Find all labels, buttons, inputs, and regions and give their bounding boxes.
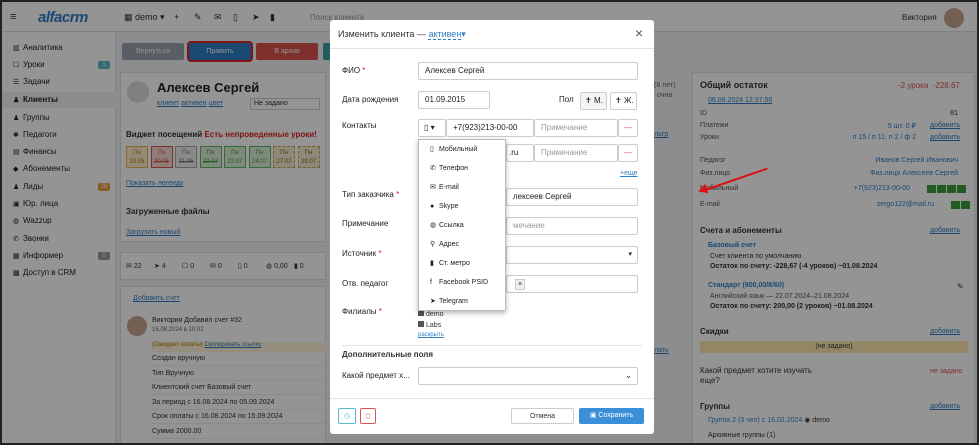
- dropdown-option-label: Ст. метро: [439, 260, 470, 267]
- phone-input[interactable]: +7(923)213-00-00: [446, 119, 534, 137]
- remove-teacher-icon[interactable]: ×: [515, 279, 526, 290]
- contact-type-dropdown: ▯ Мобильный ✆ Телефон ✉ E-mail ● Skype ◍ Ссылка ⚲ А…: [418, 139, 506, 311]
- delete-button[interactable]: ▯: [360, 408, 376, 424]
- dropdown-option[interactable]: ⚲ Адрес: [419, 235, 507, 254]
- globe-icon: ◍: [430, 222, 437, 229]
- customer-type-label: Тип заказчика *: [342, 190, 400, 199]
- more-contacts-link[interactable]: +еще: [620, 170, 638, 177]
- email-input[interactable]: .ru: [506, 144, 534, 162]
- app-window: ≡ alfacrm ▦ demo ▾ + ✎ ✉ ▯ ➤ ▮ Поиск кли…: [0, 0, 979, 445]
- customer-select[interactable]: лексеев Сергей: [506, 188, 638, 206]
- extra-fields-divider: [342, 345, 642, 346]
- contact-note-input[interactable]: Примечание: [534, 119, 618, 137]
- metro-icon: ▮: [430, 260, 434, 267]
- contacts-label: Контакты: [342, 121, 377, 130]
- phone-icon: ✆: [430, 165, 436, 172]
- dropdown-option-label: E-mail: [439, 184, 459, 191]
- dropdown-option[interactable]: ✆ Телефон: [419, 159, 507, 178]
- dropdown-option[interactable]: ➤ Telegram: [419, 292, 507, 311]
- gender-female[interactable]: ✝ Ж.: [610, 92, 637, 110]
- dropdown-option-label: Адрес: [439, 241, 460, 248]
- note-textarea[interactable]: мечание: [506, 217, 638, 235]
- extra-fields-title: Дополнительные поля: [342, 350, 434, 359]
- female-icon: ✝: [615, 96, 624, 105]
- mobile-icon: ▯: [424, 123, 429, 132]
- dropdown-option[interactable]: ● Skype: [419, 197, 507, 216]
- email-note-input[interactable]: Примечание: [534, 144, 618, 162]
- note-label: Примечание: [342, 219, 389, 228]
- dropdown-option[interactable]: ✉ E-mail: [419, 178, 507, 197]
- dropdown-option-label: Skype: [439, 203, 459, 210]
- history-button[interactable]: ◷: [338, 408, 356, 424]
- dropdown-option[interactable]: ▯ Мобильный: [419, 140, 507, 159]
- fio-input[interactable]: Алексев Сергей: [418, 62, 638, 80]
- gender-male[interactable]: ✝ М.: [580, 92, 607, 110]
- birth-label: Дата рождения: [342, 95, 399, 104]
- gender-label: Пол: [559, 95, 574, 104]
- male-icon: ✝: [585, 96, 594, 105]
- fio-label: ФИО *: [342, 66, 366, 75]
- expand-branches-link[interactable]: раскрыть: [418, 332, 444, 338]
- remove-contact-button[interactable]: —: [618, 119, 638, 137]
- dropdown-option-label: Facebook PSID: [439, 279, 489, 286]
- branch-demo-checkbox[interactable]: demo: [418, 310, 444, 318]
- location-icon: ⚲: [430, 241, 436, 248]
- dropdown-option-label: Ссылка: [439, 222, 464, 229]
- modal-header-divider: [330, 48, 654, 49]
- dropdown-option-label: Мобильный: [439, 146, 478, 153]
- source-label: Источник *: [342, 249, 382, 258]
- branch-labs-checkbox[interactable]: Labs: [418, 321, 441, 329]
- email-icon: ✉: [430, 184, 436, 191]
- telegram-icon: ➤: [430, 298, 436, 305]
- skype-icon: ●: [430, 203, 435, 210]
- modal-title: Изменить клиента — активен▾: [338, 29, 466, 40]
- teacher-label: Отв. педагог: [342, 279, 389, 288]
- contact-type-select[interactable]: ▯ ▾: [418, 119, 446, 137]
- mobile-icon: ▯: [430, 146, 434, 153]
- trash-icon: ▯: [366, 413, 370, 420]
- teacher-select[interactable]: ×: [506, 275, 638, 293]
- dropdown-option[interactable]: ▮ Ст. метро: [419, 254, 507, 273]
- history-icon: ◷: [343, 413, 351, 420]
- source-select[interactable]: ▾: [506, 246, 638, 264]
- dropdown-option[interactable]: f Facebook PSID: [419, 273, 507, 292]
- close-icon[interactable]: ×: [635, 25, 643, 41]
- birth-input[interactable]: 01.09.2015: [418, 91, 490, 109]
- save-button[interactable]: ▣ Сохранить: [579, 408, 644, 424]
- facebook-icon: f: [430, 279, 432, 286]
- status-link[interactable]: активен: [428, 29, 462, 40]
- branches-label: Филиалы *: [342, 307, 382, 316]
- subject-select[interactable]: ⌄: [418, 367, 638, 385]
- remove-email-button[interactable]: —: [618, 144, 638, 162]
- dropdown-option-label: Телефон: [439, 165, 469, 172]
- subject-label: Какой предмет х...: [342, 371, 410, 380]
- footer-divider: [330, 398, 654, 399]
- dropdown-option[interactable]: ◍ Ссылка: [419, 216, 507, 235]
- cancel-button[interactable]: Отмена: [511, 408, 574, 424]
- dropdown-option-label: Telegram: [439, 298, 468, 305]
